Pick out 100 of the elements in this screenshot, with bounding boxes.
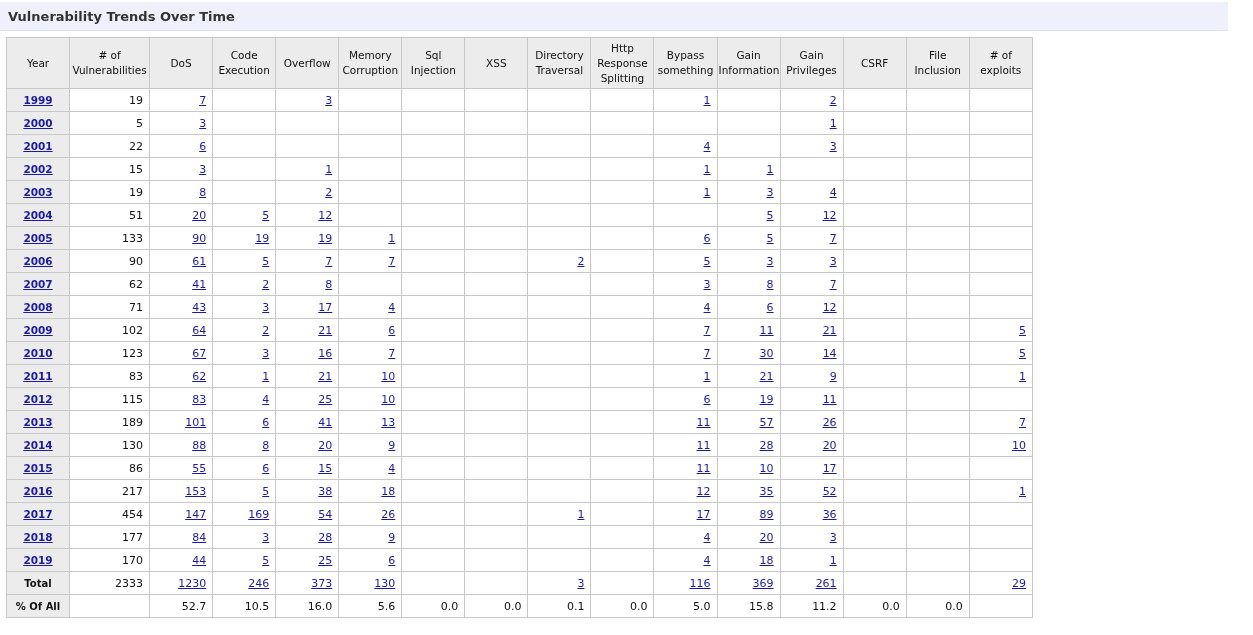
- count-link[interactable]: 14: [822, 346, 837, 360]
- count-link[interactable]: 3: [262, 346, 270, 360]
- count-link[interactable]: 8: [325, 277, 333, 291]
- count-link[interactable]: 8: [766, 277, 774, 291]
- count-link[interactable]: 29: [1012, 576, 1026, 590]
- count-link[interactable]: 83: [192, 392, 207, 406]
- count-link[interactable]: 41: [192, 277, 207, 291]
- count-link[interactable]: 10: [381, 369, 396, 383]
- count-link[interactable]: 11: [696, 415, 711, 429]
- count-link[interactable]: 4: [703, 300, 711, 314]
- count-link[interactable]: 11: [696, 438, 711, 452]
- count-link[interactable]: 7: [829, 277, 837, 291]
- count-link[interactable]: 1: [577, 507, 585, 521]
- count-link[interactable]: 1: [703, 93, 711, 107]
- count-link[interactable]: 1: [703, 369, 711, 383]
- count-link[interactable]: 1: [703, 185, 711, 199]
- count-link[interactable]: 4: [829, 185, 837, 199]
- count-link[interactable]: 10: [381, 392, 396, 406]
- count-link[interactable]: 3: [262, 530, 270, 544]
- count-link[interactable]: 43: [192, 300, 207, 314]
- count-link[interactable]: 6: [262, 461, 270, 475]
- count-link[interactable]: 6: [199, 139, 207, 153]
- count-link[interactable]: 5: [1019, 323, 1026, 337]
- count-link[interactable]: 7: [1019, 415, 1026, 429]
- count-link[interactable]: 17: [696, 507, 711, 521]
- count-link[interactable]: 5: [262, 553, 270, 567]
- count-link[interactable]: 5: [262, 208, 270, 222]
- count-link[interactable]: 52: [822, 484, 837, 498]
- count-link[interactable]: 10: [759, 461, 774, 475]
- count-link[interactable]: 1: [388, 231, 396, 245]
- count-link[interactable]: 20: [192, 208, 207, 222]
- count-link[interactable]: 1: [325, 162, 333, 176]
- count-link[interactable]: 30: [759, 346, 774, 360]
- count-link[interactable]: 6: [388, 323, 396, 337]
- count-link[interactable]: 11: [759, 323, 774, 337]
- count-link[interactable]: 5: [703, 254, 711, 268]
- count-link[interactable]: 7: [325, 254, 333, 268]
- count-link[interactable]: 9: [388, 530, 396, 544]
- count-link[interactable]: 6: [262, 415, 270, 429]
- count-link[interactable]: 19: [255, 231, 270, 245]
- count-link[interactable]: 36: [822, 507, 837, 521]
- count-link[interactable]: 13: [381, 415, 396, 429]
- count-link[interactable]: 3: [325, 93, 333, 107]
- count-link[interactable]: 19: [759, 392, 774, 406]
- count-link[interactable]: 1: [1019, 369, 1026, 383]
- count-link[interactable]: 2: [325, 185, 333, 199]
- count-link[interactable]: 20: [822, 438, 837, 452]
- count-link[interactable]: 18: [381, 484, 396, 498]
- count-link[interactable]: 26: [381, 507, 396, 521]
- count-link[interactable]: 1: [703, 162, 711, 176]
- count-link[interactable]: 84: [192, 530, 207, 544]
- count-link[interactable]: 3: [199, 116, 207, 130]
- count-link[interactable]: 21: [822, 323, 837, 337]
- count-link[interactable]: 28: [759, 438, 774, 452]
- count-link[interactable]: 7: [829, 231, 837, 245]
- count-link[interactable]: 67: [192, 346, 207, 360]
- count-link[interactable]: 12: [822, 300, 837, 314]
- count-link[interactable]: 11: [822, 392, 837, 406]
- count-link[interactable]: 4: [262, 392, 270, 406]
- count-link[interactable]: 55: [192, 461, 207, 475]
- count-link[interactable]: 1: [829, 553, 837, 567]
- count-link[interactable]: 5: [262, 484, 270, 498]
- count-link[interactable]: 89: [759, 507, 774, 521]
- count-link[interactable]: 28: [318, 530, 333, 544]
- count-link[interactable]: 90: [192, 231, 207, 245]
- count-link[interactable]: 3: [766, 254, 774, 268]
- count-link[interactable]: 3: [829, 254, 837, 268]
- count-link[interactable]: 25: [318, 392, 333, 406]
- count-link[interactable]: 4: [388, 461, 396, 475]
- count-link[interactable]: 21: [318, 323, 333, 337]
- count-link[interactable]: 2: [262, 323, 270, 337]
- count-link[interactable]: 8: [262, 438, 270, 452]
- count-link[interactable]: 16: [318, 346, 333, 360]
- count-link[interactable]: 21: [759, 369, 774, 383]
- count-link[interactable]: 2: [577, 254, 585, 268]
- count-link[interactable]: 8: [199, 185, 207, 199]
- count-link[interactable]: 4: [703, 530, 711, 544]
- count-link[interactable]: 5: [1019, 346, 1026, 360]
- count-link[interactable]: 20: [318, 438, 333, 452]
- count-link[interactable]: 11: [696, 461, 711, 475]
- count-link[interactable]: 1: [766, 162, 774, 176]
- count-link[interactable]: 6: [703, 231, 711, 245]
- count-link[interactable]: 61: [192, 254, 207, 268]
- count-link[interactable]: 7: [388, 346, 396, 360]
- count-link[interactable]: 9: [388, 438, 396, 452]
- count-link[interactable]: 7: [199, 93, 207, 107]
- count-link[interactable]: 15: [318, 461, 333, 475]
- count-link[interactable]: 4: [388, 300, 396, 314]
- count-link[interactable]: 2: [262, 277, 270, 291]
- count-link[interactable]: 1: [829, 116, 837, 130]
- count-link[interactable]: 12: [696, 484, 711, 498]
- count-link[interactable]: 6: [703, 392, 711, 406]
- count-link[interactable]: 5: [262, 254, 270, 268]
- count-link[interactable]: 88: [192, 438, 207, 452]
- count-link[interactable]: 19: [318, 231, 333, 245]
- count-link[interactable]: 3: [829, 139, 837, 153]
- count-link[interactable]: 4: [703, 553, 711, 567]
- count-link[interactable]: 64: [192, 323, 207, 337]
- count-link[interactable]: 12: [318, 208, 333, 222]
- count-link[interactable]: 44: [192, 553, 207, 567]
